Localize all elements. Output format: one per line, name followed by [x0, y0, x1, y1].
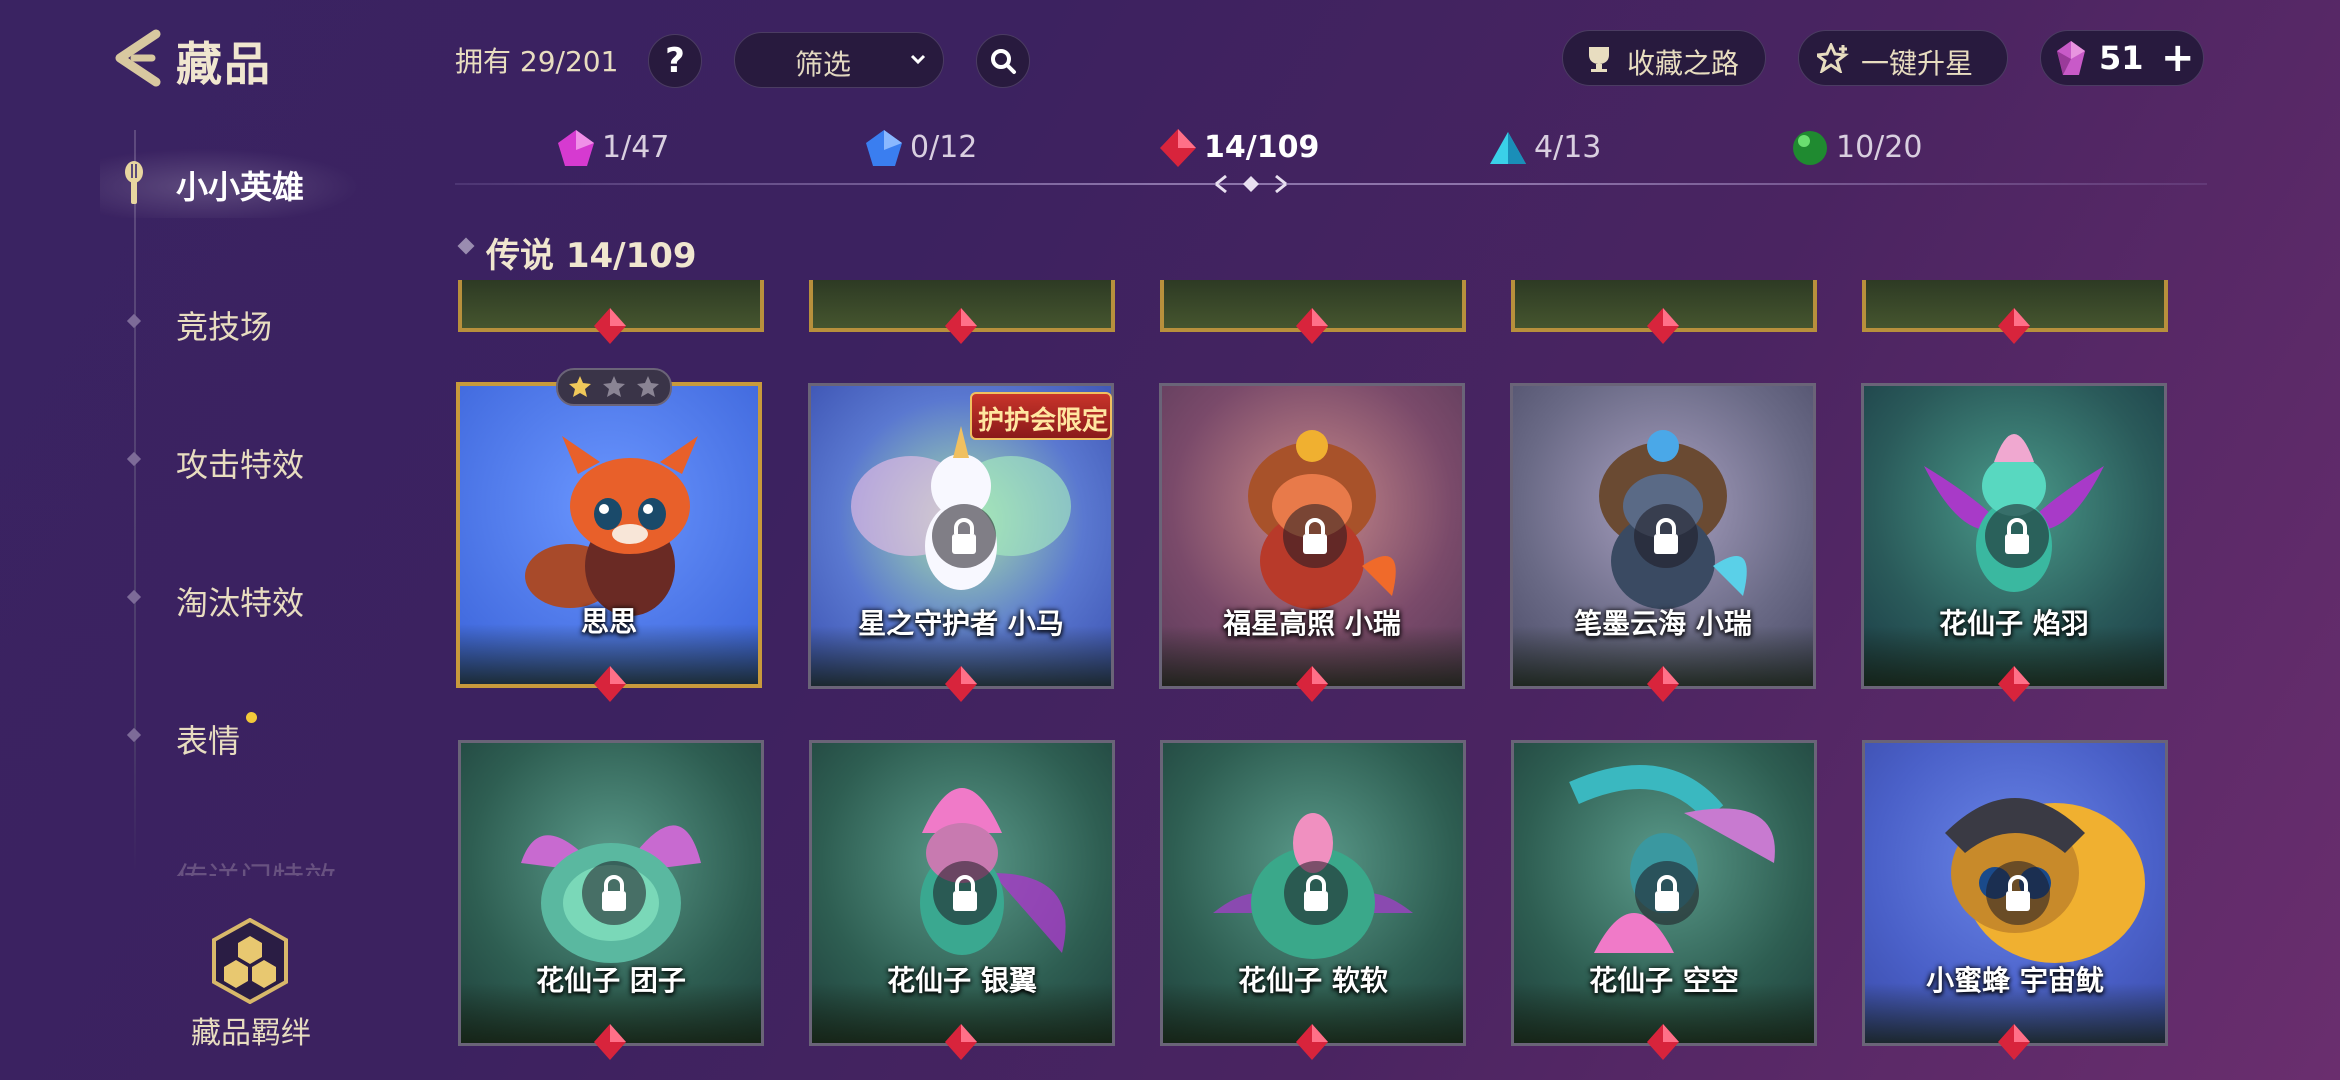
upgrade-all-stars-button[interactable]: 一键升星	[1798, 30, 2008, 86]
upgrade-all-stars-label: 一键升星	[1861, 47, 1974, 80]
red-gem-icon	[1296, 666, 1328, 702]
filter-dropdown[interactable]: 筛选	[734, 32, 944, 88]
collection-bond-label: 藏品羁绊	[191, 1016, 311, 1051]
red-gem-icon	[945, 308, 977, 344]
gem-currency: 51 +	[2040, 30, 2204, 86]
blue-gem-icon	[866, 130, 902, 166]
star-upgrade-icon	[1817, 43, 1849, 73]
limited-badge: 护护会限定	[970, 392, 1112, 440]
sidebar-item-little-legends[interactable]: 小小英雄	[176, 162, 304, 208]
red-gem-icon	[1998, 1024, 2030, 1060]
sidebar-dot	[126, 313, 142, 329]
tab-rarity-1-count: 1/47	[602, 130, 670, 165]
card-name: 福星高照 小瑞	[1223, 607, 1401, 640]
lock-icon	[1634, 504, 1698, 568]
red-gem-icon	[1647, 308, 1679, 344]
tab-rarity-5-count: 10/20	[1836, 130, 1923, 165]
collection-bond-icon[interactable]	[210, 918, 290, 1004]
page-title: 藏品	[176, 37, 272, 91]
card-name: 花仙子 空空	[1589, 964, 1739, 997]
sidebar-track	[134, 130, 136, 870]
card-name: 小蜜蜂 宇宙鱿	[1926, 964, 2104, 997]
card-legend-5[interactable]: 花仙子 焰羽	[1861, 383, 2167, 689]
red-gem-icon	[1647, 1024, 1679, 1060]
sidebar-dot	[126, 727, 142, 743]
owned-count: 拥有 29/201	[455, 45, 619, 78]
chevron-down-icon	[910, 54, 926, 65]
star-icons	[569, 376, 659, 397]
help-button[interactable]: ?	[648, 34, 702, 88]
card-legend-8[interactable]: 花仙子 软软	[1160, 740, 1466, 1046]
sidebar-item-portal-effects[interactable]: 传送门特效	[176, 854, 336, 876]
trophy-icon	[1589, 47, 1609, 72]
card-legend-6[interactable]: 花仙子 团子	[458, 740, 764, 1046]
red-panda-art	[525, 436, 698, 616]
green-orb-icon	[1793, 131, 1827, 165]
card-legend-4[interactable]: 笔墨云海 小瑞	[1510, 383, 1816, 689]
card-name: 花仙子 焰羽	[1939, 607, 2089, 640]
active-tab-indicator	[1215, 174, 1287, 194]
red-gem-icon	[594, 666, 626, 702]
card-name: 花仙子 银翼	[887, 964, 1037, 997]
section-diamond	[457, 237, 475, 255]
lock-icon	[1284, 861, 1348, 925]
cyan-gem-icon	[1490, 132, 1526, 164]
red-gem-icon	[1998, 666, 2030, 702]
spatula-icon	[125, 161, 143, 204]
red-gem-icon	[1160, 129, 1196, 167]
card-legend-9[interactable]: 花仙子 空空	[1511, 740, 1817, 1046]
back-arrow-icon[interactable]	[108, 28, 168, 88]
card-name: 思思	[580, 605, 637, 638]
red-gem-icon	[945, 1024, 977, 1060]
collection-road-label: 收藏之路	[1627, 47, 1740, 80]
lock-icon	[933, 861, 997, 925]
gem-icon	[2057, 41, 2085, 75]
red-gem-icon	[1647, 666, 1679, 702]
search-button[interactable]	[976, 34, 1030, 88]
sidebar-item-attack-effects[interactable]: 攻击特效	[176, 440, 304, 486]
sidebar-item-elimination-effects[interactable]: 淘汰特效	[176, 578, 304, 624]
tab-rarity-3-count: 14/109	[1204, 130, 1320, 165]
card-name: 花仙子 软软	[1238, 964, 1388, 997]
collection-road-button[interactable]: 收藏之路	[1562, 30, 1766, 86]
pink-gem-icon	[558, 130, 594, 166]
limited-badge-label: 护护会限定	[978, 406, 1109, 436]
lock-icon	[1283, 504, 1347, 568]
sidebar-dot	[126, 451, 142, 467]
lock-icon	[1985, 504, 2049, 568]
filter-label: 筛选	[795, 48, 852, 81]
gem-count: 51	[2099, 39, 2144, 77]
sidebar-dot	[126, 589, 142, 605]
section-title: 传说 14/109	[486, 236, 697, 276]
add-gems-button[interactable]: +	[2161, 35, 2195, 81]
lock-icon	[1635, 861, 1699, 925]
star-rating	[556, 368, 672, 406]
red-gem-icon	[1296, 308, 1328, 344]
lock-icon	[582, 861, 646, 925]
card-legend-1[interactable]: 思思	[456, 382, 762, 688]
red-gem-icon	[945, 666, 977, 702]
tab-divider	[455, 183, 2207, 185]
lock-icon	[932, 504, 996, 568]
card-legend-7[interactable]: 花仙子 银翼	[809, 740, 1115, 1046]
card-name: 花仙子 团子	[536, 964, 686, 997]
card-name: 星之守护者 小马	[858, 607, 1064, 640]
lock-icon	[1986, 861, 2050, 925]
card-name: 笔墨云海 小瑞	[1574, 607, 1752, 640]
sidebar-item-arena[interactable]: 竞技场	[176, 302, 272, 348]
red-gem-icon	[1296, 1024, 1328, 1060]
notification-dot	[246, 712, 257, 723]
card-legend-10[interactable]: 小蜜蜂 宇宙鱿	[1862, 740, 2168, 1046]
card-legend-3[interactable]: 福星高照 小瑞	[1159, 383, 1465, 689]
search-icon	[991, 49, 1016, 74]
tab-rarity-2-count: 0/12	[910, 130, 978, 165]
sidebar-item-emotes[interactable]: 表情	[176, 716, 240, 762]
red-gem-icon	[594, 1024, 626, 1060]
red-gem-icon	[594, 308, 626, 344]
red-gem-icon	[1998, 308, 2030, 344]
tab-rarity-4-count: 4/13	[1534, 130, 1602, 165]
